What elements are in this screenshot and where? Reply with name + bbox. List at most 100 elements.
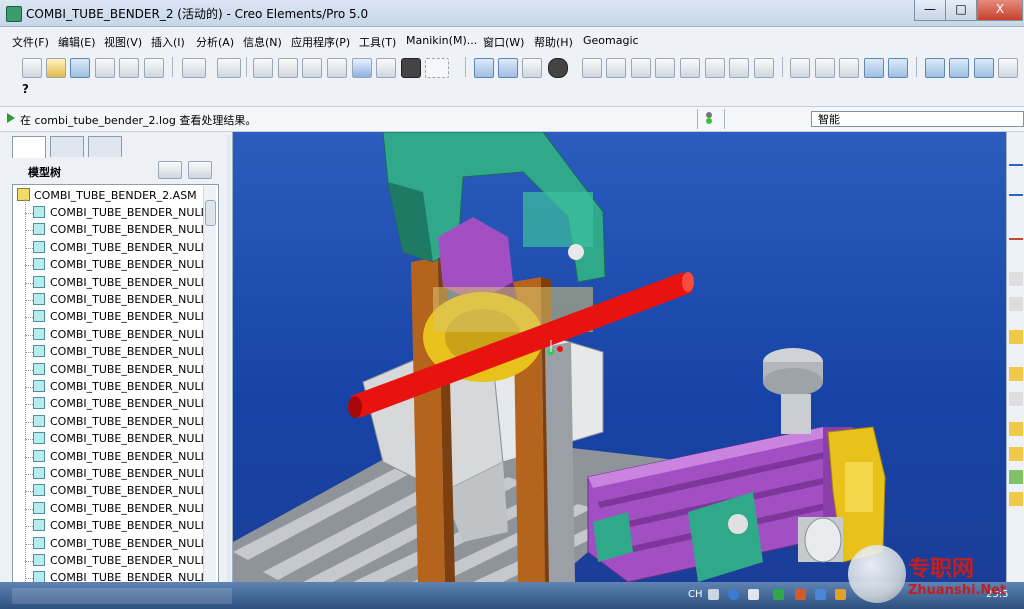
battery-icon[interactable]: [773, 589, 784, 600]
select-box-icon[interactable]: [401, 58, 421, 78]
datum-point-icon[interactable]: [974, 58, 994, 78]
tree-item[interactable]: COMBI_TUBE_BENDER_NULL: [33, 397, 203, 410]
redo-icon[interactable]: [217, 58, 241, 78]
shading-icon[interactable]: [548, 58, 568, 78]
datum-axis-icon[interactable]: [949, 58, 969, 78]
cut-icon[interactable]: [253, 58, 273, 78]
show-icon[interactable]: [188, 161, 212, 179]
paste-icon[interactable]: [302, 58, 322, 78]
tree-item[interactable]: COMBI_TUBE_BENDER_NULL: [33, 414, 203, 428]
panel-splitter[interactable]: [227, 135, 231, 582]
spline-icon[interactable]: [1009, 224, 1023, 240]
model-icon[interactable]: [144, 58, 164, 78]
model-tree-tab[interactable]: [12, 136, 46, 158]
maximize-button[interactable]: □: [945, 0, 977, 21]
undo-icon[interactable]: [182, 58, 206, 78]
keyboard-icon[interactable]: [708, 589, 719, 600]
tree-item[interactable]: COMBI_TUBE_BENDER_NULL: [33, 554, 203, 567]
datum-plane-icon[interactable]: [925, 58, 945, 78]
spin-center-icon[interactable]: [474, 58, 494, 78]
help-context-icon[interactable]: ?: [22, 82, 40, 100]
menu-tools[interactable]: 工具(T): [359, 34, 396, 50]
round-icon[interactable]: [1009, 447, 1023, 461]
security-icon[interactable]: [795, 589, 806, 600]
zoom-out-icon[interactable]: [631, 58, 651, 78]
settings-tray-icon[interactable]: [748, 589, 759, 600]
tree-item[interactable]: COMBI_TUBE_BENDER_NULL: [33, 449, 203, 463]
tree-item[interactable]: COMBI_TUBE_BENDER_NULL: [33, 206, 203, 219]
selection-filter-select[interactable]: 智能: [811, 111, 1024, 127]
folder-browser-tab[interactable]: [50, 136, 84, 157]
hidden-line-icon[interactable]: [815, 58, 835, 78]
regenerate-icon[interactable]: [352, 58, 372, 78]
tree-item[interactable]: COMBI_TUBE_BENDER_NULL: [33, 275, 203, 289]
print-icon[interactable]: [95, 58, 115, 78]
menu-analysis[interactable]: 分析(A): [196, 34, 234, 50]
datum-curve-icon[interactable]: [1009, 180, 1023, 196]
shaded-icon[interactable]: [864, 58, 884, 78]
tree-item[interactable]: COMBI_TUBE_BENDER_NULL: [33, 501, 203, 515]
open-icon[interactable]: [46, 58, 66, 78]
tree-item[interactable]: COMBI_TUBE_BENDER_NULL: [33, 240, 203, 254]
menu-insert[interactable]: 插入(I): [151, 34, 185, 50]
hole-icon[interactable]: [1009, 422, 1023, 436]
datum-plane-tool-icon[interactable]: [1009, 297, 1023, 311]
pan-icon[interactable]: [582, 58, 602, 78]
tree-root[interactable]: COMBI_TUBE_BENDER_2.ASM: [17, 188, 197, 202]
tree-scrollbar[interactable]: [203, 186, 216, 581]
tree-item[interactable]: COMBI_TUBE_BENDER_NULL: [33, 432, 203, 445]
csys-icon[interactable]: [998, 58, 1018, 78]
tree-item[interactable]: COMBI_TUBE_BENDER_NULL: [33, 327, 203, 341]
refit-icon[interactable]: [655, 58, 675, 78]
network-icon[interactable]: [815, 589, 826, 600]
tree-item[interactable]: COMBI_TUBE_BENDER_NULL: [33, 536, 203, 550]
scrollbar-thumb[interactable]: [205, 200, 216, 226]
zoom-in-icon[interactable]: [606, 58, 626, 78]
revolve-icon[interactable]: [1009, 367, 1023, 381]
shell-icon[interactable]: [1009, 470, 1023, 484]
sketch-icon[interactable]: [1009, 150, 1023, 166]
no-hidden-icon[interactable]: [839, 58, 859, 78]
menu-manikin[interactable]: Manikin(M)...: [406, 34, 477, 47]
graphics-viewport[interactable]: [233, 132, 1006, 582]
extrude-icon[interactable]: [1009, 330, 1023, 344]
find-icon[interactable]: [376, 58, 396, 78]
tree-item[interactable]: COMBI_TUBE_BENDER_NULL: [33, 519, 203, 532]
menu-edit[interactable]: 编辑(E): [58, 34, 96, 50]
volume-icon[interactable]: [835, 589, 846, 600]
appearance-icon[interactable]: [522, 58, 542, 78]
saved-views-icon[interactable]: [680, 58, 700, 78]
settings-icon[interactable]: [158, 161, 182, 179]
tree-item[interactable]: COMBI_TUBE_BENDER_NULL: [33, 467, 203, 480]
help-icon[interactable]: [728, 589, 739, 600]
menu-applications[interactable]: 应用程序(P): [291, 34, 350, 50]
favorites-tab[interactable]: [88, 136, 122, 157]
close-button[interactable]: X: [977, 0, 1023, 21]
datum-display-icon[interactable]: [729, 58, 749, 78]
new-icon[interactable]: [22, 58, 42, 78]
tree-item[interactable]: COMBI_TUBE_BENDER_NULL: [33, 380, 203, 393]
model-setup-icon[interactable]: [754, 58, 774, 78]
menu-file[interactable]: 文件(F): [12, 34, 49, 50]
pattern-icon[interactable]: [1009, 392, 1023, 406]
tree-item[interactable]: COMBI_TUBE_BENDER_NULL: [33, 362, 203, 376]
minimize-button[interactable]: —: [914, 0, 946, 21]
menu-geomagic[interactable]: Geomagic: [583, 34, 639, 47]
orient-icon[interactable]: [498, 58, 518, 78]
language-indicator[interactable]: CH: [688, 589, 703, 600]
tree-item[interactable]: COMBI_TUBE_BENDER_NULL: [33, 345, 203, 358]
paste-special-icon[interactable]: [327, 58, 347, 78]
tree-item[interactable]: COMBI_TUBE_BENDER_NULL: [33, 258, 203, 271]
save-icon[interactable]: [70, 58, 90, 78]
copy-icon[interactable]: [278, 58, 298, 78]
tree-item[interactable]: COMBI_TUBE_BENDER_NULL: [33, 223, 203, 236]
layers-icon[interactable]: [705, 58, 725, 78]
cross-section-icon[interactable]: [1009, 272, 1023, 286]
menu-info[interactable]: 信息(N): [243, 34, 282, 50]
menu-window[interactable]: 窗口(W): [483, 34, 524, 50]
taskbar-app-button[interactable]: [12, 588, 232, 604]
tree-item[interactable]: COMBI_TUBE_BENDER_NULL: [33, 310, 203, 323]
tree-item[interactable]: COMBI_TUBE_BENDER_NULL: [33, 293, 203, 306]
wireframe-icon[interactable]: [790, 58, 810, 78]
enhanced-realism-icon[interactable]: [888, 58, 908, 78]
